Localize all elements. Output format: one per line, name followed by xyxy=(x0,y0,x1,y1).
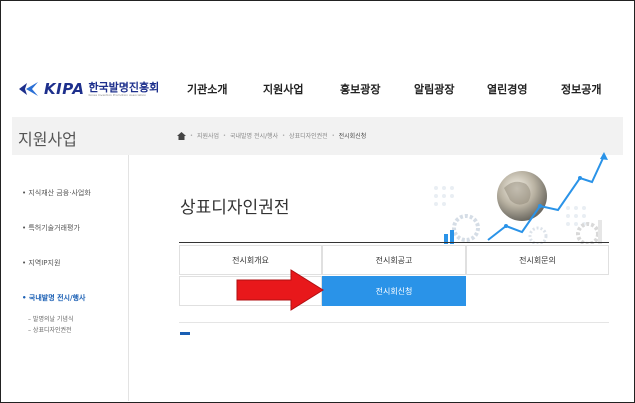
content-title: 상표디자인권전 xyxy=(180,198,290,218)
side-nav-item-ip-finance[interactable]: • 지식재산 금융·사업화 xyxy=(22,188,91,198)
side-nav-label: 지식재산 금융·사업화 xyxy=(28,189,91,197)
logo-korean-block: 한국발명진흥회 Korea Invention Promotion Associ… xyxy=(88,82,159,97)
breadcrumb-separator: • xyxy=(190,132,193,139)
gnb-item-management[interactable]: 열린경영 xyxy=(487,81,527,97)
tab-inquiry[interactable]: 전시회문의 xyxy=(466,245,609,275)
breadcrumb: • 지원사업 • 국내발명 전시/행사 • 상표디자인권전 • 전시회신청 xyxy=(177,131,366,140)
side-nav-item-exhibition[interactable]: • 국내발명 전시/행사 xyxy=(22,293,85,303)
breadcrumb-separator: • xyxy=(331,132,335,139)
gnb-item-promotion[interactable]: 홍보광장 xyxy=(340,81,380,97)
site-logo[interactable]: KIPA 한국발명진흥회 Korea Invention Promotion A… xyxy=(18,80,159,98)
home-icon[interactable] xyxy=(177,131,186,140)
side-nav-item-patent-eval[interactable]: • 특허기술거래평가 xyxy=(22,223,80,233)
logo-korean-name: 한국발명진흥회 xyxy=(88,80,160,94)
breadcrumb-separator: • xyxy=(223,132,226,139)
side-nav-label: 국내발명 전시/행사 xyxy=(28,294,86,302)
side-nav: • 지식재산 금융·사업화 • 특허기술거래평가 • 지역IP지원 • 국내발명… xyxy=(18,155,129,401)
breadcrumb-item[interactable]: 지원사업 xyxy=(197,131,219,140)
side-nav-sublabel: 발명의날 기념식 xyxy=(32,316,74,323)
side-nav-subitem-design-fair[interactable]: – 상표디자인권전 xyxy=(28,325,72,334)
annotation-arrow-icon xyxy=(236,269,324,311)
content-divider xyxy=(179,322,609,323)
logo-text: KIPA xyxy=(44,80,85,98)
globe-chart-illustration xyxy=(434,152,608,244)
tab-announcement[interactable]: 전시회공고 xyxy=(322,245,466,275)
side-nav-item-regional-ip[interactable]: • 지역IP지원 xyxy=(22,258,60,268)
logo-english-name: Korea Invention Promotion Association xyxy=(88,92,147,97)
logo-mark-icon xyxy=(19,82,38,96)
page-title: 지원사업 xyxy=(18,130,77,149)
breadcrumb-item[interactable]: 상표디자인권전 xyxy=(289,131,328,140)
gnb-item-notice[interactable]: 알림광장 xyxy=(414,81,454,97)
side-nav-sublabel: 상표디자인권전 xyxy=(32,327,72,334)
tab-top-border xyxy=(179,242,609,243)
gnb-item-disclosure[interactable]: 정보공개 xyxy=(561,81,601,97)
side-nav-label: 지역IP지원 xyxy=(28,259,61,267)
breadcrumb-item[interactable]: 국내발명 전시/행사 xyxy=(230,131,278,140)
gnb-item-support[interactable]: 지원사업 xyxy=(263,81,303,97)
section-marker xyxy=(180,332,190,335)
breadcrumb-current: 전시회신청 xyxy=(338,133,367,140)
global-nav: 기관소개 지원사업 홍보광장 알림광장 열린경영 정보공개 xyxy=(187,81,605,97)
side-nav-label: 특허기술거래평가 xyxy=(28,224,80,232)
gnb-item-about[interactable]: 기관소개 xyxy=(187,81,227,97)
breadcrumb-separator: • xyxy=(282,132,286,139)
side-nav-subitem-invention-day[interactable]: – 발명의날 기념식 xyxy=(28,314,73,323)
tab-application[interactable]: 전시회신청 xyxy=(322,276,466,306)
